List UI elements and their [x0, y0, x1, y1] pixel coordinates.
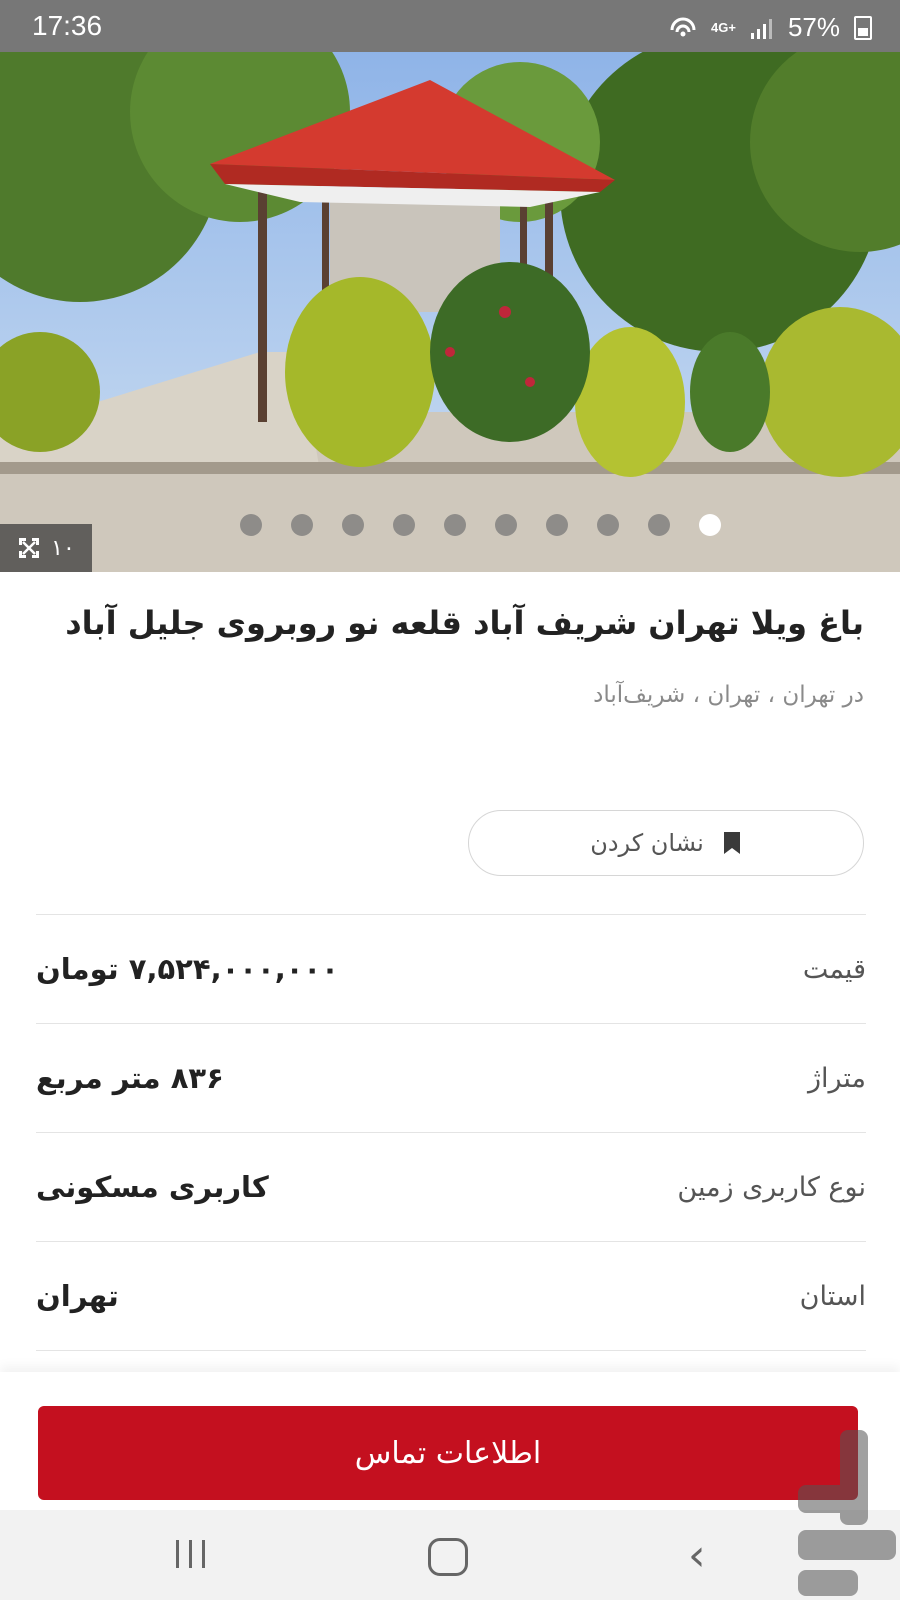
carousel-dot[interactable]	[444, 514, 466, 536]
detail-value: ۷,۵۲۴,۰۰۰,۰۰۰ تومان	[36, 952, 339, 986]
contact-bar: اطلاعات تماس	[0, 1372, 900, 1510]
carousel-dot[interactable]	[699, 514, 721, 536]
bookmark-label: نشان کردن	[590, 829, 704, 857]
app-logo-watermark	[798, 1430, 896, 1596]
listing-photo	[0, 52, 900, 572]
bookmark-icon	[723, 832, 740, 854]
recent-apps-icon[interactable]	[176, 1540, 216, 1570]
status-bar: 17:36 4G+ 57%	[0, 0, 900, 52]
carousel-dot[interactable]	[393, 514, 415, 536]
signal-icon	[750, 18, 772, 39]
detail-label: متراژ	[807, 1062, 866, 1094]
home-icon[interactable]	[428, 1538, 468, 1576]
status-time: 17:36	[32, 10, 103, 41]
carousel-indicator	[240, 514, 721, 536]
detail-label: استان	[799, 1280, 866, 1312]
listing-title: باغ ویلا تهران شریف آباد قلعه نو روبروی …	[65, 604, 864, 642]
status-icons: 4G+ 57%	[669, 12, 872, 43]
detail-label: قیمت	[802, 953, 866, 985]
battery-percent: 57%	[787, 12, 840, 42]
detail-label: نوع کاربری زمین	[677, 1171, 866, 1203]
carousel-dot[interactable]	[240, 514, 262, 536]
details-table: قیمت ۷,۵۲۴,۰۰۰,۰۰۰ تومان متراژ ۸۳۶ متر م…	[36, 914, 866, 1351]
contact-info-button[interactable]: اطلاعات تماس	[38, 1406, 858, 1500]
photo-count-button[interactable]: ۱۰	[0, 524, 92, 572]
network-type: 4G+	[711, 19, 736, 35]
carousel-dot[interactable]	[546, 514, 568, 536]
detail-value: ۸۳۶ متر مربع	[36, 1061, 224, 1095]
carousel-dot[interactable]	[648, 514, 670, 536]
detail-row-area: متراژ ۸۳۶ متر مربع	[36, 1023, 866, 1132]
detail-row-land-use: نوع کاربری زمین کاربری مسکونی	[36, 1132, 866, 1241]
detail-row-province: استان تهران	[36, 1241, 866, 1351]
carousel-dot[interactable]	[291, 514, 313, 536]
carousel-dot[interactable]	[597, 514, 619, 536]
battery-icon	[854, 15, 872, 40]
wifi-calling-icon	[670, 17, 696, 36]
back-icon[interactable]: ‹	[688, 1530, 706, 1581]
listing-location: در تهران ، تهران ، شریف‌آباد	[593, 682, 864, 708]
carousel-dot[interactable]	[342, 514, 364, 536]
detail-value: کاربری مسکونی	[36, 1170, 269, 1204]
system-nav-bar: ‹	[0, 1510, 900, 1600]
photo-count: ۱۰	[51, 535, 75, 561]
listing-photo-carousel[interactable]: ۱۰	[0, 52, 900, 572]
bookmark-button[interactable]: نشان کردن	[468, 810, 864, 876]
detail-value: تهران	[36, 1279, 119, 1313]
expand-icon	[19, 538, 40, 558]
detail-row-price: قیمت ۷,۵۲۴,۰۰۰,۰۰۰ تومان	[36, 914, 866, 1023]
carousel-dot[interactable]	[495, 514, 517, 536]
